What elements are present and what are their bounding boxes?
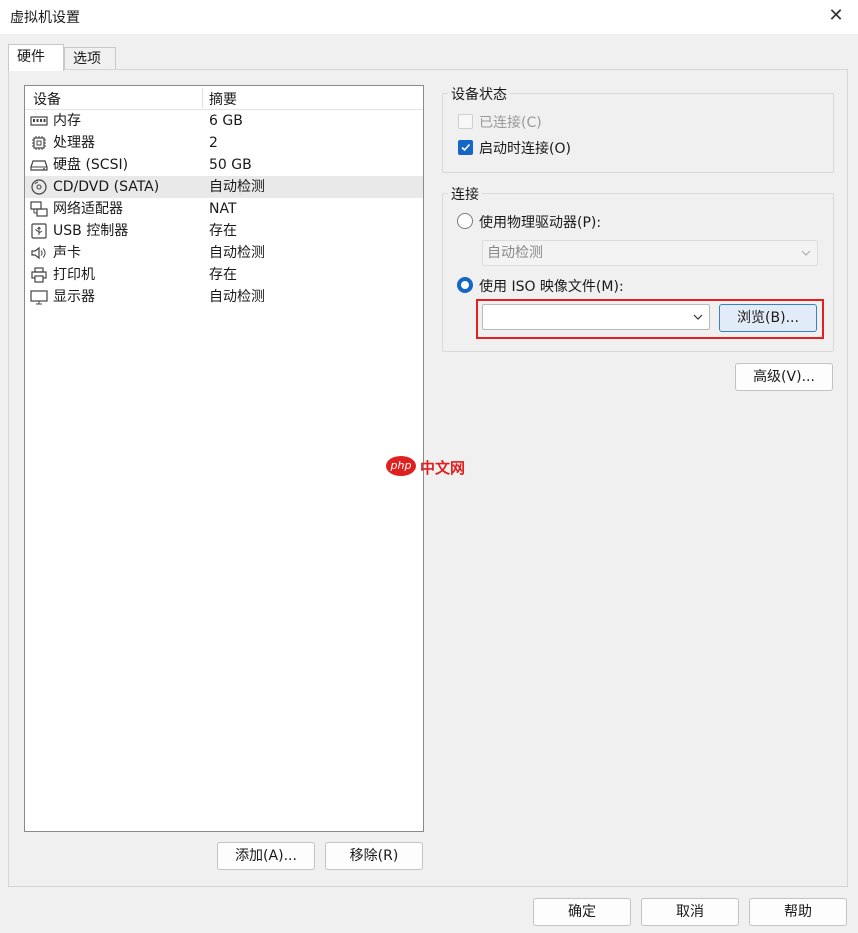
help-button[interactable]: 帮助 [749,898,847,926]
iso-path-combobox[interactable] [482,304,710,330]
device-name: 声卡 [53,245,81,261]
browse-button[interactable]: 浏览(B)... [719,304,817,332]
add-button[interactable]: 添加(A)... [217,842,315,870]
speaker-icon [31,246,46,260]
monitor-icon [30,290,48,305]
physical-drive-value: 自动检测 [487,245,543,261]
device-row-display[interactable]: 显示器 自动检测 [25,286,423,308]
device-summary: 自动检测 [209,245,265,261]
physical-drive-label: 使用物理驱动器(P): [479,215,602,231]
connect-at-power-on-checkbox[interactable] [458,140,473,155]
physical-drive-select[interactable]: 自动检测 [482,240,818,266]
device-summary: 2 [209,135,218,151]
device-status-label: 设备状态 [448,84,510,104]
connected-checkbox[interactable] [458,114,473,129]
iso-image-radio[interactable] [457,277,473,293]
list-header: 设备 摘要 [25,86,423,110]
window-title: 虚拟机设置 [10,10,80,26]
device-row-processor[interactable]: 处理器 2 [25,132,423,154]
iso-image-label: 使用 ISO 映像文件(M): [479,279,624,295]
device-name: 处理器 [53,135,95,151]
device-summary: 6 GB [209,113,243,129]
usb-icon [31,223,47,239]
device-summary: 50 GB [209,157,252,173]
title-bar: 虚拟机设置 ✕ [0,0,858,34]
cd-dvd-icon [31,179,47,195]
device-row-cd-dvd[interactable]: CD/DVD (SATA) 自动检测 [25,176,423,198]
network-adapter-icon [30,201,48,217]
device-name: USB 控制器 [53,223,129,239]
device-row-memory[interactable]: 内存 6 GB [25,110,423,132]
watermark-text: 中文网 [420,459,466,477]
ok-button[interactable]: 确定 [533,898,631,926]
device-summary: 自动检测 [209,179,265,195]
device-name: 显示器 [53,289,95,305]
connect-at-power-on-label: 启动时连接(O) [479,141,571,157]
device-row-hard-disk[interactable]: 硬盘 (SCSI) 50 GB [25,154,423,176]
device-name: 打印机 [53,267,95,283]
device-name: 网络适配器 [53,201,123,217]
close-icon[interactable]: ✕ [826,4,846,28]
check-mark-icon [461,143,471,152]
device-name: CD/DVD (SATA) [53,179,160,195]
device-row-sound[interactable]: 声卡 自动检测 [25,242,423,264]
memory-icon [30,116,48,126]
device-status-group [442,93,834,173]
device-row-printer[interactable]: 打印机 存在 [25,264,423,286]
connected-label: 已连接(C) [479,115,542,131]
remove-button[interactable]: 移除(R) [325,842,423,870]
chevron-down-icon [801,250,811,256]
tab-hardware[interactable]: 硬件 [8,44,64,71]
device-summary: NAT [209,201,237,217]
column-header-device[interactable]: 设备 [33,89,61,109]
device-summary: 存在 [209,267,237,283]
chevron-down-icon[interactable] [693,313,703,321]
device-name: 内存 [53,113,81,129]
device-summary: 存在 [209,223,237,239]
device-list[interactable]: 设备 摘要 内存 6 GB 处理器 2 硬盘 (SCSI) 50 GB CD/D… [24,85,424,832]
physical-drive-radio[interactable] [457,213,473,229]
watermark-logo: php [386,456,416,476]
tab-options[interactable]: 选项 [64,47,116,70]
printer-icon [31,267,47,283]
column-divider[interactable] [202,88,203,108]
device-row-usb[interactable]: USB 控制器 存在 [25,220,423,242]
advanced-button[interactable]: 高级(V)... [735,363,833,391]
hard-disk-icon [30,160,48,171]
device-row-network[interactable]: 网络适配器 NAT [25,198,423,220]
device-summary: 自动检测 [209,289,265,305]
device-name: 硬盘 (SCSI) [53,157,129,173]
connection-label: 连接 [448,184,482,204]
processor-icon [32,136,46,150]
column-header-summary[interactable]: 摘要 [209,89,237,109]
cancel-button[interactable]: 取消 [641,898,739,926]
